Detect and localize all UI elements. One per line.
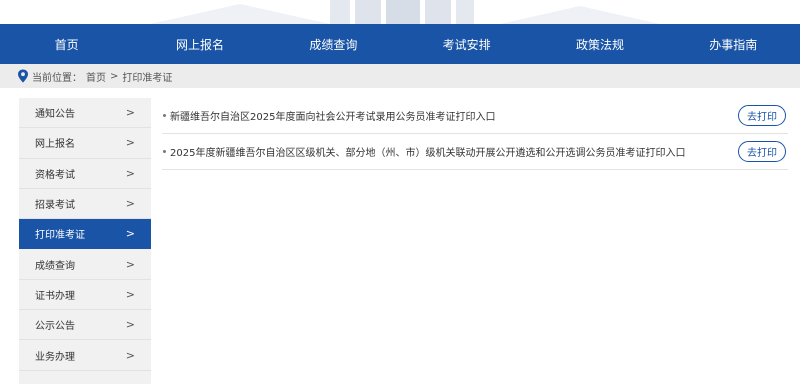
sidebar-item-score-query[interactable]: 成绩查询 >	[19, 249, 151, 280]
chevron-right-icon: >	[125, 106, 135, 120]
breadcrumb-current: 打印准考证	[122, 72, 173, 84]
list-item-link[interactable]: 2025年度新疆维吾尔自治区区级机关、部分地（州、市）级机关联动开展公开遴选和公…	[162, 144, 685, 159]
breadcrumb-home-link[interactable]: 首页	[86, 69, 106, 84]
chevron-right-icon: >	[125, 318, 135, 332]
sidebar-item-notices[interactable]: 通知公告 >	[19, 98, 151, 129]
content-list: 新疆维吾尔自治区2025年度面向社会公开考试录用公务员准考证打印入口 去打印 2…	[162, 98, 788, 170]
list-item-title: 2025年度新疆维吾尔自治区区级机关、部分地（州、市）级机关联动开展公开遴选和公…	[170, 148, 686, 159]
sidebar-item-label: 资格考试	[35, 169, 75, 181]
list-item-title: 新疆维吾尔自治区2025年度面向社会公开考试录用公务员准考证打印入口	[170, 112, 496, 123]
bullet-icon	[163, 150, 166, 153]
chevron-right-icon: >	[125, 257, 135, 271]
list-item: 2025年度新疆维吾尔自治区区级机关、部分地（州、市）级机关联动开展公开遴选和公…	[162, 134, 788, 170]
sidebar-item-public-notices[interactable]: 公示公告 >	[19, 310, 151, 341]
nav-exam-schedule[interactable]: 考试安排	[400, 24, 533, 64]
main-nav: 首页 网上报名 成绩查询 考试安排 政策法规 办事指南	[0, 24, 800, 64]
list-item: 新疆维吾尔自治区2025年度面向社会公开考试录用公务员准考证打印入口 去打印	[162, 98, 788, 134]
banner-decoration	[150, 0, 660, 24]
chevron-right-icon: >	[125, 136, 135, 150]
print-button[interactable]: 去打印	[738, 141, 786, 162]
nav-guide[interactable]: 办事指南	[667, 24, 800, 64]
sidebar: 通知公告 > 网上报名 > 资格考试 > 招录考试 > 打印准考证 > 成绩查询…	[19, 98, 151, 384]
sidebar-item-label: 业务办理	[35, 351, 75, 363]
sidebar-item-certificate[interactable]: 证书办理 >	[19, 280, 151, 311]
breadcrumb: 当前位置： 首页 > 打印准考证	[0, 64, 800, 88]
sidebar-item-label: 成绩查询	[35, 260, 75, 272]
breadcrumb-prefix: 当前位置：	[32, 72, 82, 84]
chevron-right-icon: >	[125, 287, 135, 301]
breadcrumb-separator: >	[110, 70, 119, 82]
header-banner	[0, 0, 800, 24]
sidebar-item-online-registration[interactable]: 网上报名 >	[19, 128, 151, 159]
sidebar-item-business[interactable]: 业务办理 >	[19, 340, 151, 371]
location-pin-icon	[18, 69, 28, 83]
sidebar-item-label: 公示公告	[35, 321, 75, 333]
sidebar-item-label: 打印准考证	[35, 230, 85, 242]
sidebar-item-recruitment-exam[interactable]: 招录考试 >	[19, 189, 151, 220]
nav-policies[interactable]: 政策法规	[533, 24, 666, 64]
sidebar-item-label: 招录考试	[35, 200, 75, 212]
sidebar-item-print-admission-ticket[interactable]: 打印准考证 >	[19, 219, 151, 250]
chevron-right-icon: >	[125, 227, 135, 241]
nav-score-query[interactable]: 成绩查询	[267, 24, 400, 64]
nav-online-registration[interactable]: 网上报名	[133, 24, 266, 64]
chevron-right-icon: >	[125, 166, 135, 180]
nav-home[interactable]: 首页	[0, 24, 133, 64]
chevron-right-icon: >	[125, 197, 135, 211]
sidebar-item-label: 网上报名	[35, 139, 75, 151]
print-button[interactable]: 去打印	[738, 105, 786, 126]
sidebar-item-label: 通知公告	[35, 109, 75, 121]
sidebar-item-qualification-exam[interactable]: 资格考试 >	[19, 159, 151, 189]
bullet-icon	[163, 114, 166, 117]
sidebar-item-label: 证书办理	[35, 290, 75, 302]
chevron-right-icon: >	[125, 348, 135, 362]
list-item-link[interactable]: 新疆维吾尔自治区2025年度面向社会公开考试录用公务员准考证打印入口	[162, 108, 495, 123]
